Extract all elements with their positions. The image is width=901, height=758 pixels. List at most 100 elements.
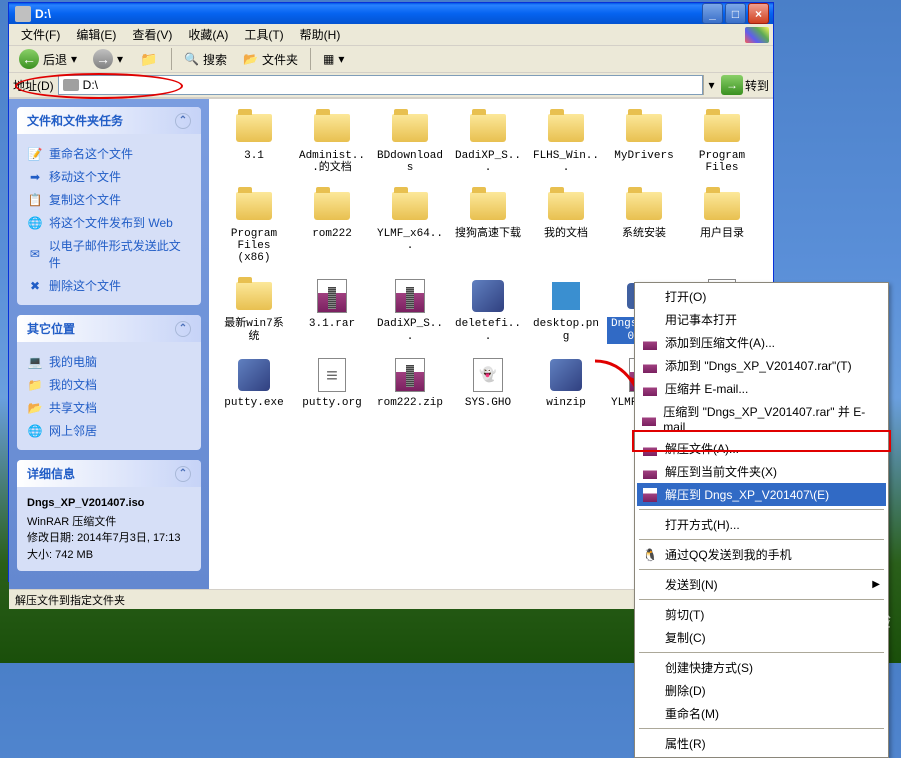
place-icon: 📁 [27,377,43,393]
context-menu-item[interactable]: 打开(O) [637,285,886,308]
menu-favorites[interactable]: 收藏(A) [180,24,236,45]
place-link[interactable]: 💻我的电脑 [27,350,191,373]
views-button[interactable]: ▦ ▾ [317,49,350,69]
file-item[interactable]: winzip [529,354,603,424]
file-item[interactable]: 用户目录 [685,185,759,267]
context-menu-item[interactable]: 打开方式(H)... [637,513,886,536]
search-button[interactable]: 🔍 搜索 [178,48,233,71]
task-link[interactable]: ✉以电子邮件形式发送此文件 [27,234,191,274]
place-link[interactable]: 🌐网上邻居 [27,419,191,442]
dropdown-icon: ▾ [71,52,77,66]
task-link[interactable]: 📋复制这个文件 [27,188,191,211]
close-button[interactable]: × [748,3,769,24]
file-item[interactable]: 最新win7系统 [217,275,291,345]
folder-icon [546,187,586,225]
folder-icon [390,109,430,147]
file-item[interactable]: rom222.zip [373,354,447,424]
up-folder-icon: 📁 [139,49,159,69]
task-link[interactable]: ✖删除这个文件 [27,274,191,297]
file-item[interactable]: Program Files [685,107,759,177]
file-item[interactable]: DadiXP_S... [451,107,525,177]
context-menu-item[interactable]: 添加到压缩文件(A)... [637,331,886,354]
context-menu-item[interactable]: 属性(R) [637,732,886,755]
context-menu-item[interactable]: 重命名(M) [637,702,886,725]
menu-file[interactable]: 文件(F) [13,24,68,45]
context-menu-item[interactable]: 发送到(N)▶ [637,573,886,596]
ctx-icon [641,607,659,623]
task-link[interactable]: 📝重命名这个文件 [27,142,191,165]
context-menu-item[interactable]: 🐧通过QQ发送到我的手机 [637,543,886,566]
file-label: deletefi... [451,317,525,343]
exe-icon [468,277,508,315]
file-label: DadiXP_S... [451,149,525,175]
file-item[interactable]: 系统安装 [607,185,681,267]
context-menu-item[interactable]: 剪切(T) [637,603,886,626]
forward-button[interactable]: → ▾ [87,46,129,72]
address-input[interactable]: D:\ [58,75,703,95]
collapse-icon: ⌃ [175,321,191,337]
file-item[interactable]: putty.exe [217,354,291,424]
folder-icon [390,187,430,225]
tasks-header[interactable]: 文件和文件夹任务 ⌃ [17,107,201,134]
folder-icon: 📂 [243,52,258,66]
context-menu-item[interactable]: 解压文件(A)... [637,437,886,460]
context-menu-item[interactable]: 解压到 Dngs_XP_V201407\(E) [637,483,886,506]
file-item[interactable]: putty.org [295,354,369,424]
titlebar[interactable]: D:\ _ □ × [9,3,773,24]
file-item[interactable]: 3.1.rar [295,275,369,345]
task-link[interactable]: 🌐将这个文件发布到 Web [27,211,191,234]
file-item[interactable]: MyDrivers [607,107,681,177]
context-menu-item[interactable]: 复制(C) [637,626,886,649]
place-link[interactable]: 📂共享文档 [27,396,191,419]
go-button[interactable]: → [721,75,743,95]
file-item[interactable]: rom222 [295,185,369,267]
context-menu-item[interactable]: 删除(D) [637,679,886,702]
folder-icon [234,187,274,225]
context-menu-item[interactable]: 创建快捷方式(S) [637,656,886,679]
file-item[interactable]: 搜狗高速下载 [451,185,525,267]
context-menu-item[interactable]: 压缩并 E-mail... [637,377,886,400]
file-item[interactable]: Administ...的文档 [295,107,369,177]
sidebar: 文件和文件夹任务 ⌃ 📝重命名这个文件➡移动这个文件📋复制这个文件🌐将这个文件发… [9,99,209,589]
back-button[interactable]: ← 后退 ▾ [13,46,83,72]
place-link[interactable]: 📁我的文档 [27,373,191,396]
context-menu-item[interactable]: 添加到 "Dngs_XP_V201407.rar"(T) [637,354,886,377]
folder-icon [234,277,274,315]
context-menu-item[interactable]: 用记事本打开 [637,308,886,331]
file-item[interactable]: 我的文档 [529,185,603,267]
file-item[interactable]: DadiXP_S... [373,275,447,345]
file-label: 3.1 [242,149,266,163]
address-dropdown[interactable]: ▾ [703,75,719,95]
context-menu-item[interactable]: 解压到当前文件夹(X) [637,460,886,483]
file-item[interactable]: BDdownloads [373,107,447,177]
place-icon: 🌐 [27,423,43,439]
task-link[interactable]: ➡移动这个文件 [27,165,191,188]
menu-help[interactable]: 帮助(H) [292,24,349,45]
file-item[interactable]: Program Files (x86) [217,185,291,267]
menubar: 文件(F) 编辑(E) 查看(V) 收藏(A) 工具(T) 帮助(H) [9,24,773,46]
file-item[interactable]: deletefi... [451,275,525,345]
file-label: 搜狗高速下载 [453,227,523,241]
file-item[interactable]: 3.1 [217,107,291,177]
folders-button[interactable]: 📂 文件夹 [237,48,304,71]
menu-edit[interactable]: 编辑(E) [68,24,124,45]
views-icon: ▦ [323,52,334,66]
file-label: MyDrivers [612,149,675,163]
file-item[interactable]: SYS.GHO [451,354,525,424]
menu-view[interactable]: 查看(V) [124,24,180,45]
places-header[interactable]: 其它位置 ⌃ [17,315,201,342]
ctx-icon [641,312,659,328]
folder-icon [546,109,586,147]
details-header[interactable]: 详细信息 ⌃ [17,460,201,487]
file-item[interactable]: FLHS_Win... [529,107,603,177]
go-label: 转到 [745,77,769,94]
submenu-arrow-icon: ▶ [872,579,880,590]
context-menu-item[interactable]: 压缩到 "Dngs_XP_V201407.rar" 并 E-mail [637,400,886,437]
file-label: putty.org [300,396,363,410]
up-button[interactable]: 📁 [133,46,165,72]
minimize-button[interactable]: _ [702,3,723,24]
menu-tools[interactable]: 工具(T) [236,24,291,45]
file-item[interactable]: YLMF_x64... [373,185,447,267]
maximize-button[interactable]: □ [725,3,746,24]
file-item[interactable]: desktop.png [529,275,603,345]
